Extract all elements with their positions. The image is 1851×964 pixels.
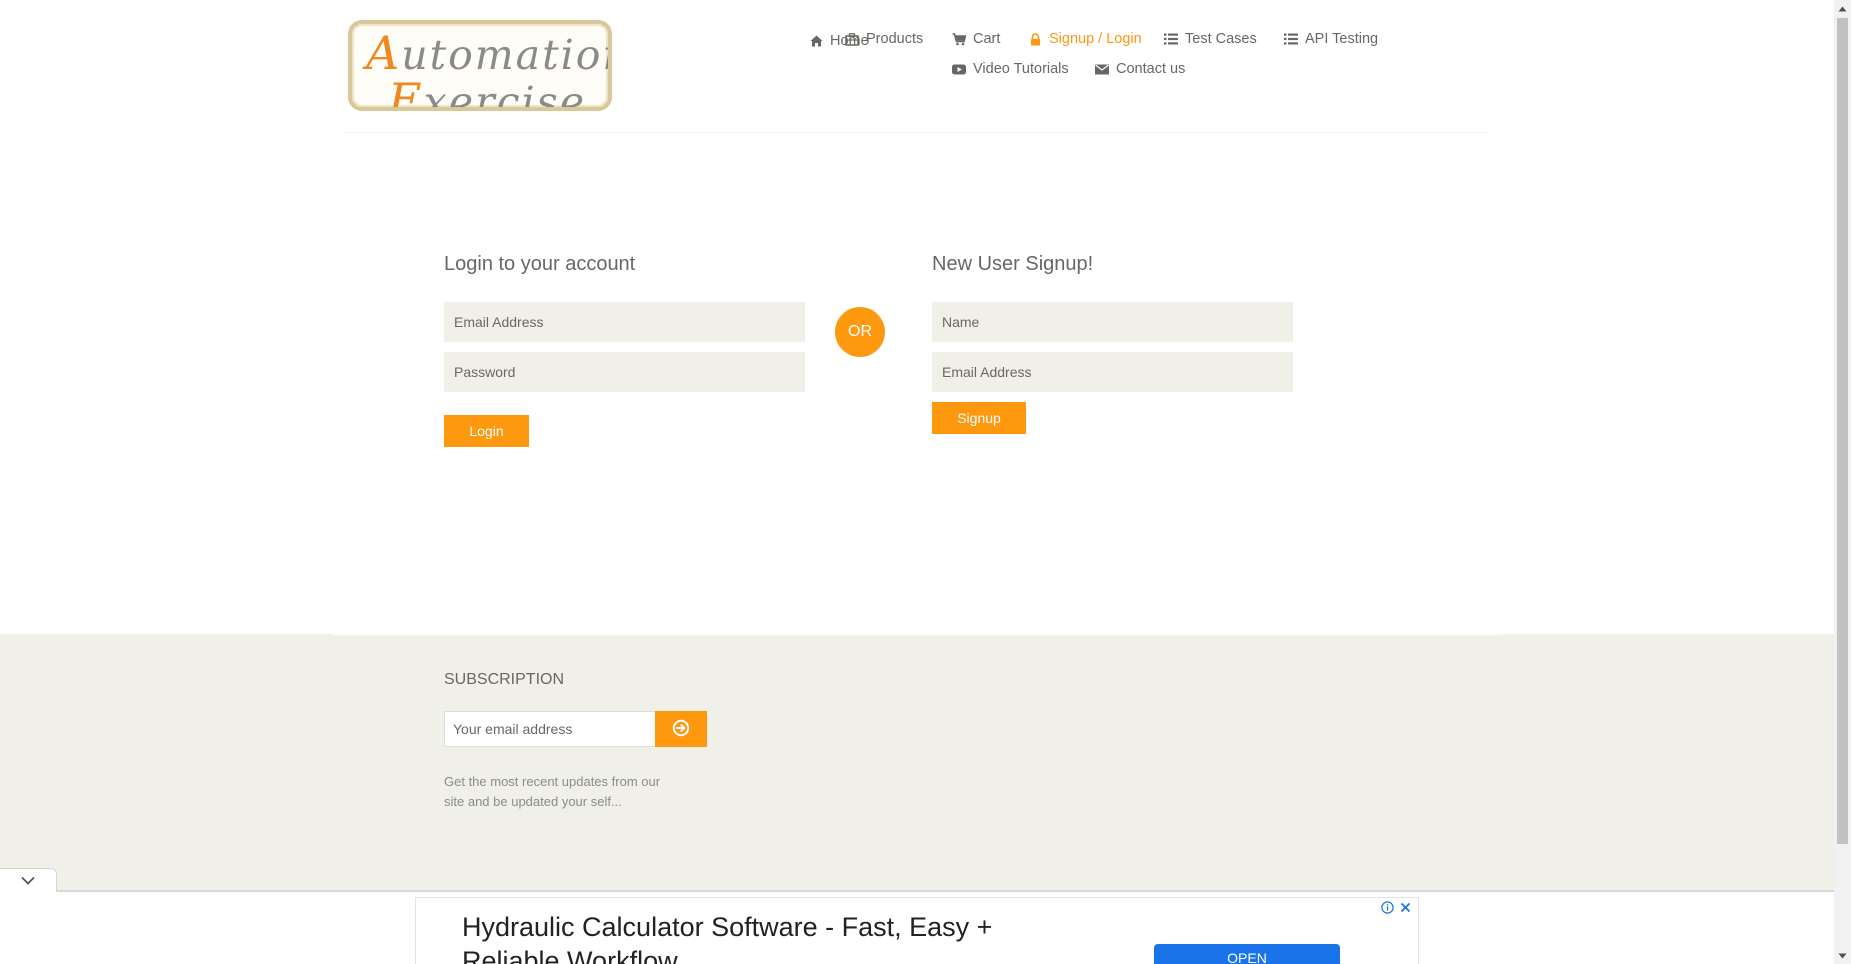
- cart-icon: [952, 32, 966, 46]
- signup-title: New User Signup!: [932, 253, 1094, 275]
- ad-banner-area: Hydraulic Calculator Software - Fast, Ea…: [0, 892, 1834, 964]
- subscription-title: SUBSCRIPTION: [444, 671, 565, 688]
- ad-collapse-tab[interactable]: [0, 868, 57, 892]
- header: Automation Exercise Home: [0, 0, 1834, 140]
- nav-label-api-testing: API Testing: [1305, 31, 1379, 47]
- header-divider: [346, 132, 1488, 133]
- or-badge: OR: [835, 307, 885, 357]
- footer: SUBSCRIPTION Get the most recent updates…: [0, 634, 1834, 890]
- nav-label-signup-login: Signup / Login: [1049, 31, 1142, 47]
- ad-banner[interactable]: Hydraulic Calculator Software - Fast, Ea…: [415, 897, 1419, 964]
- login-button[interactable]: Login: [444, 415, 529, 447]
- login-title: Login to your account: [444, 253, 636, 275]
- scroll-up-arrow-icon[interactable]: [1834, 0, 1851, 17]
- scrollbar-thumb[interactable]: [1837, 18, 1848, 844]
- youtube-play-icon: [952, 62, 966, 76]
- home-icon: [809, 34, 823, 48]
- nav-label-contact-us: Contact us: [1116, 61, 1186, 77]
- nav-label-video-tutorials: Video Tutorials: [973, 61, 1069, 77]
- ad-close-icon[interactable]: [1398, 899, 1412, 915]
- nav-item-test-cases[interactable]: Test Cases: [1164, 31, 1257, 47]
- nav-item-api-testing[interactable]: API Testing: [1284, 31, 1378, 47]
- footer-divider: [333, 634, 1503, 636]
- products-icon: [845, 32, 859, 46]
- ad-open-button[interactable]: OPEN: [1154, 944, 1340, 964]
- nav-label-cart: Cart: [973, 31, 1001, 47]
- ad-info-icon[interactable]: [1380, 900, 1394, 914]
- signup-name-input[interactable]: [932, 302, 1293, 342]
- scroll-down-arrow-icon[interactable]: [1834, 947, 1851, 964]
- nav-item-products[interactable]: Products: [845, 31, 923, 47]
- arrow-circle-right-icon: [672, 719, 690, 740]
- envelope-icon: [1095, 62, 1109, 76]
- subscribe-button[interactable]: [655, 711, 707, 747]
- nav-item-contact-us[interactable]: Contact us: [1095, 61, 1185, 77]
- signup-email-input[interactable]: [932, 352, 1293, 392]
- login-form: Login to your account Login: [444, 254, 806, 447]
- signup-form: New User Signup! Signup: [932, 254, 1294, 434]
- nav-item-cart[interactable]: Cart: [952, 31, 1000, 47]
- login-password-input[interactable]: [444, 352, 805, 392]
- logo-line-2: Exercise: [388, 73, 586, 111]
- nav-label-test-cases: Test Cases: [1185, 31, 1257, 47]
- login-email-input[interactable]: [444, 302, 805, 342]
- nav-label-products: Products: [866, 31, 924, 47]
- nav-item-signup-login[interactable]: Signup / Login: [1028, 31, 1142, 47]
- ad-headline[interactable]: Hydraulic Calculator Software - Fast, Ea…: [462, 910, 1082, 964]
- nav-item-video-tutorials[interactable]: Video Tutorials: [952, 61, 1069, 77]
- site-logo[interactable]: Automation Exercise: [348, 20, 612, 111]
- list-icon: [1164, 32, 1178, 46]
- lock-icon: [1028, 32, 1042, 46]
- list-icon: [1284, 32, 1298, 46]
- subscription-email-input[interactable]: [444, 711, 655, 747]
- vertical-scrollbar[interactable]: [1834, 0, 1851, 964]
- chevron-down-icon: [21, 872, 35, 890]
- subscription-form: [444, 711, 707, 747]
- logo-line-1: Automation: [366, 26, 612, 80]
- signup-button[interactable]: Signup: [932, 402, 1026, 434]
- subscription-description: Get the most recent updates from our sit…: [444, 774, 661, 809]
- page: Automation Exercise Home Products Cart S…: [0, 0, 1851, 964]
